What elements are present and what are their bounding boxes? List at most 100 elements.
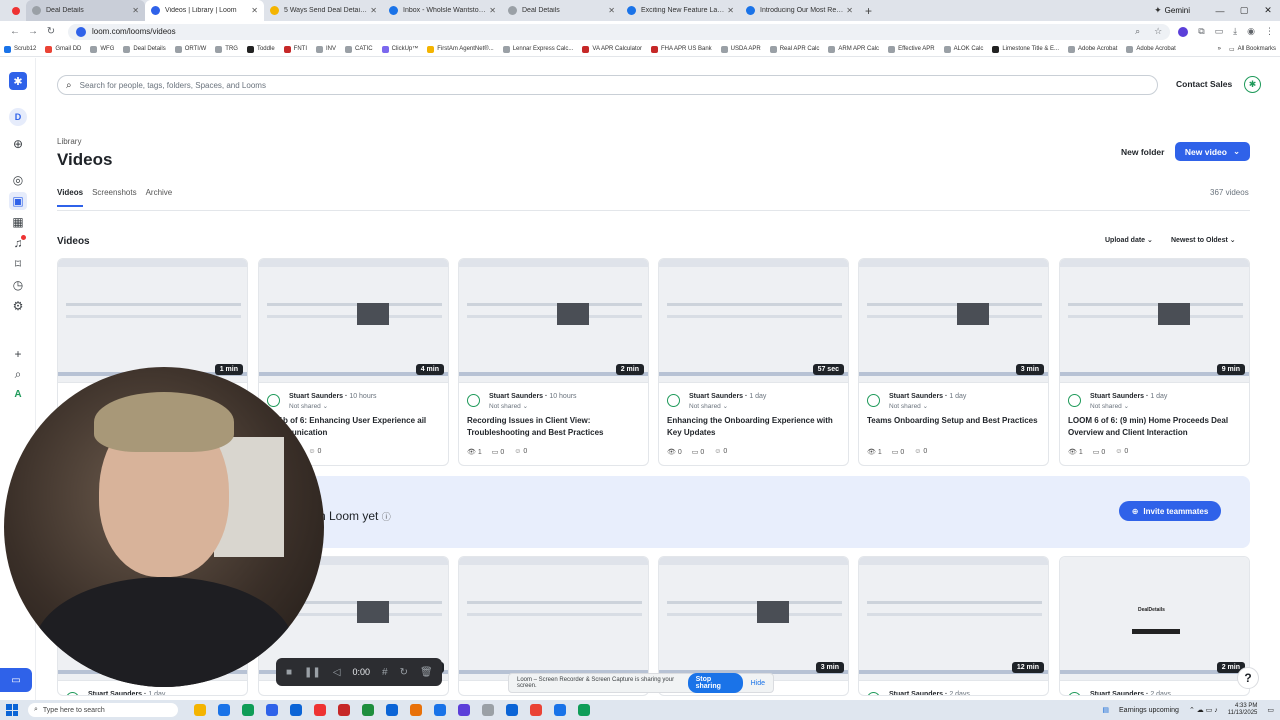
share-status-dropdown[interactable]: Not shared ⌄ — [889, 402, 928, 410]
invite-teammates-button[interactable]: ⊕ Invite teammates — [1119, 501, 1221, 521]
tab-videos[interactable]: Videos — [57, 188, 84, 207]
bookmark-item[interactable]: Real APR Calc — [769, 45, 819, 53]
share-status-dropdown[interactable]: Not shared ⌄ — [289, 402, 328, 410]
search-input[interactable]: ⌕ Search for people, tags, folders, Spac… — [57, 75, 1158, 95]
taskbar-app-icon[interactable] — [290, 704, 302, 716]
bookmark-item[interactable]: VA APR Calculator — [582, 45, 642, 53]
calendar-icon[interactable]: ▦ — [9, 213, 27, 231]
bookmark-icon[interactable]: ⌑ — [9, 255, 27, 273]
video-thumbnail[interactable]: 3 min — [859, 259, 1048, 383]
taskbar-app-icon[interactable] — [578, 704, 590, 716]
mute-icon[interactable]: ◁ — [333, 667, 341, 678]
taskbar-app-icon[interactable] — [242, 704, 254, 716]
bookmark-item[interactable]: WFG — [90, 45, 114, 53]
new-folder-button[interactable]: New folder — [1121, 147, 1164, 157]
taskbar-app-icon[interactable] — [458, 704, 470, 716]
browser-tab[interactable]: Introducing Our Most Requeste...✕ — [740, 0, 859, 21]
workspace-avatar[interactable]: D — [9, 108, 27, 126]
bookmark-item[interactable]: ClickUp™ — [381, 45, 418, 53]
bookmark-item[interactable]: FirstAm AgentNet®... — [427, 45, 494, 53]
loom-logo-icon[interactable]: ✱ — [9, 72, 27, 90]
restart-icon[interactable]: ↻ — [400, 667, 408, 678]
bookmark-star-icon[interactable]: ☆ — [1154, 26, 1162, 37]
sort-order-dropdown[interactable]: Newest to Oldest ⌄ — [1171, 236, 1236, 244]
help-button[interactable]: ? — [1237, 667, 1259, 689]
share-status-dropdown[interactable]: Not shared ⌄ — [489, 402, 528, 410]
minimize-icon[interactable]: — — [1208, 6, 1232, 16]
close-tab-icon[interactable]: ✕ — [132, 6, 139, 15]
browser-tab[interactable]: Deal Details ✕ — [502, 0, 621, 21]
zoom-icon[interactable]: ⌕ — [1135, 26, 1140, 37]
profile-icon[interactable]: ◉ — [1247, 26, 1255, 37]
bookmark-item[interactable]: INV — [316, 45, 336, 53]
all-bookmarks-button[interactable]: » ▭ All Bookmarks — [1218, 46, 1276, 53]
taskbar-app-icon[interactable] — [410, 704, 422, 716]
record-camera-icon[interactable]: ▭ — [0, 668, 32, 692]
extensions-puzzle-icon[interactable]: ⧉ — [1198, 26, 1204, 37]
stop-record-icon[interactable]: ■ — [286, 667, 292, 678]
video-thumbnail[interactable]: 4 min — [259, 259, 448, 383]
bookmark-item[interactable]: Scrub12 — [4, 45, 36, 53]
browser-tab[interactable]: Deal Details ✕ — [26, 0, 145, 21]
stop-sharing-button[interactable]: Stop sharing — [687, 673, 743, 693]
bookmark-item[interactable]: Lennar Express Calc... — [502, 45, 573, 53]
webcam-bubble[interactable] — [4, 367, 324, 687]
site-info-icon[interactable] — [76, 26, 86, 37]
gemini-button[interactable]: ✦ Gemini — [1154, 5, 1190, 16]
library-icon[interactable]: ▣ — [9, 192, 27, 210]
close-window-icon[interactable]: ✕ — [1256, 5, 1280, 16]
bookmark-item[interactable]: ORTI/W — [174, 45, 206, 53]
hide-notice-button[interactable]: Hide — [751, 680, 765, 687]
taskbar-app-icon[interactable] — [194, 704, 206, 716]
taskbar-app-icon[interactable] — [314, 704, 326, 716]
taskbar-app-icon[interactable] — [386, 704, 398, 716]
video-thumbnail[interactable]: 12 min — [859, 557, 1048, 681]
bookmark-item[interactable]: TRG — [215, 45, 238, 53]
bookmark-item[interactable]: FHA APR US Bank — [650, 45, 712, 53]
tab-archive[interactable]: Archive — [146, 188, 173, 207]
taskbar-search-input[interactable]: ⌕ Type here to search — [28, 703, 178, 717]
video-title[interactable]: Teams Onboarding Setup and Best Practice… — [867, 415, 1042, 427]
search-icon[interactable]: ⌕ — [9, 365, 27, 383]
video-title[interactable]: Enhancing the Onboarding Experience with… — [667, 415, 842, 439]
taskbar-app-icon[interactable] — [554, 704, 566, 716]
video-card[interactable]: 57 sec Stuart Saunders · 1 day Not shared … — [658, 258, 849, 466]
share-status-dropdown[interactable]: Not shared ⌄ — [689, 402, 728, 410]
info-icon[interactable]: ⓘ — [382, 512, 391, 522]
bookmark-item[interactable]: ARM APR Calc — [828, 45, 879, 53]
browser-tab[interactable]: 5 Ways Send Deal Details - Go...✕ — [264, 0, 383, 21]
bookmark-item[interactable]: Deal Details — [123, 45, 166, 53]
share-status-dropdown[interactable]: Not shared ⌄ — [1090, 402, 1129, 410]
bookmark-item[interactable]: Limestone Title & E... — [992, 45, 1059, 53]
taskbar-app-icon[interactable] — [362, 704, 374, 716]
taskbar-app-icon[interactable] — [482, 704, 494, 716]
video-thumbnail[interactable]: 3 min — [659, 557, 848, 681]
video-card[interactable]: 3 min Stuart Saunders · 1 day Not shared ⌄… — [858, 258, 1049, 466]
close-tab-icon[interactable]: ✕ — [846, 6, 853, 15]
close-tab-icon[interactable]: ✕ — [608, 6, 615, 15]
tray-icons[interactable]: ⌃ ☁ ▭ ♪ — [1189, 706, 1218, 714]
profile-circle-icon[interactable]: ◎ — [9, 171, 27, 189]
add-icon[interactable]: + — [9, 345, 27, 363]
video-thumbnail[interactable]: 1 min — [58, 259, 247, 383]
video-thumbnail[interactable] — [459, 557, 648, 681]
video-thumbnail[interactable]: 57 sec — [659, 259, 848, 383]
bookmark-item[interactable]: FNTI — [283, 45, 307, 53]
close-tab-icon[interactable]: ✕ — [251, 6, 258, 15]
new-video-button[interactable]: New video ⌄ — [1175, 142, 1250, 161]
browser-tab[interactable]: Videos | Library | Loom ✕ — [145, 0, 264, 21]
tab-screenshots[interactable]: Screenshots — [92, 188, 136, 207]
windows-start-icon[interactable] — [6, 704, 18, 716]
close-tab-icon[interactable]: ✕ — [370, 6, 377, 15]
video-thumbnail[interactable]: DealDetails 2 min — [1060, 557, 1249, 681]
browser-tab[interactable]: Inbox - Wholsle Wantstoee - ✕ — [383, 0, 502, 21]
loom-brand-icon[interactable]: ✱ — [1244, 76, 1261, 93]
notification-icon[interactable]: ▭ — [1267, 706, 1274, 714]
video-card[interactable]: 2 min Stuart Saunders · 10 hours Not share… — [458, 258, 649, 466]
maximize-icon[interactable]: ▢ — [1232, 5, 1256, 16]
back-icon[interactable]: ← — [6, 26, 24, 37]
reload-icon[interactable]: ↻ — [42, 26, 60, 37]
video-title[interactable]: Recording Issues in Client View: Trouble… — [467, 415, 642, 439]
bookmark-item[interactable]: Toddle — [246, 45, 275, 53]
breadcrumb[interactable]: Library — [57, 137, 81, 146]
